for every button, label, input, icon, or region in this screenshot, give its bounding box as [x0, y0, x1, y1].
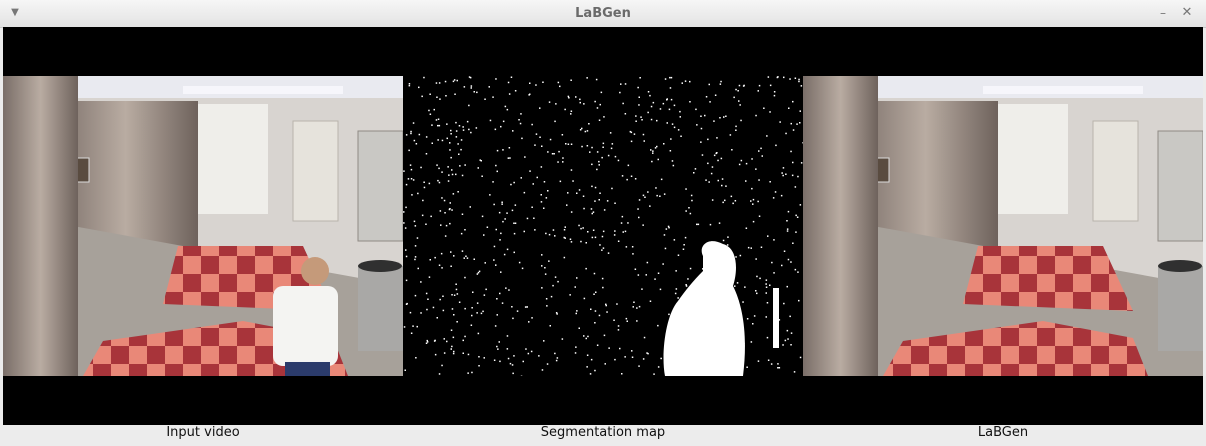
window-title: LaBGen [575, 6, 631, 21]
labgen-background-frame [803, 76, 1203, 376]
input-video-frame [3, 76, 403, 376]
video-canvas [3, 27, 1203, 425]
minimize-button[interactable]: – [1156, 6, 1170, 20]
panel-captions: Input video Segmentation map LaBGen [0, 425, 1206, 446]
title-bar[interactable]: ▼ LaBGen – ✕ [0, 0, 1206, 28]
input-video-caption: Input video [166, 425, 240, 440]
close-icon: ✕ [1181, 5, 1193, 20]
segmentation-map-frame [403, 76, 803, 376]
segmentation-map-caption: Segmentation map [540, 425, 666, 440]
app-window: ▼ LaBGen – ✕ Input video Segmentation ma… [0, 0, 1206, 446]
close-button[interactable]: ✕ [1180, 6, 1194, 20]
minimize-icon: – [1160, 6, 1166, 20]
labgen-caption: LaBGen [977, 425, 1029, 440]
